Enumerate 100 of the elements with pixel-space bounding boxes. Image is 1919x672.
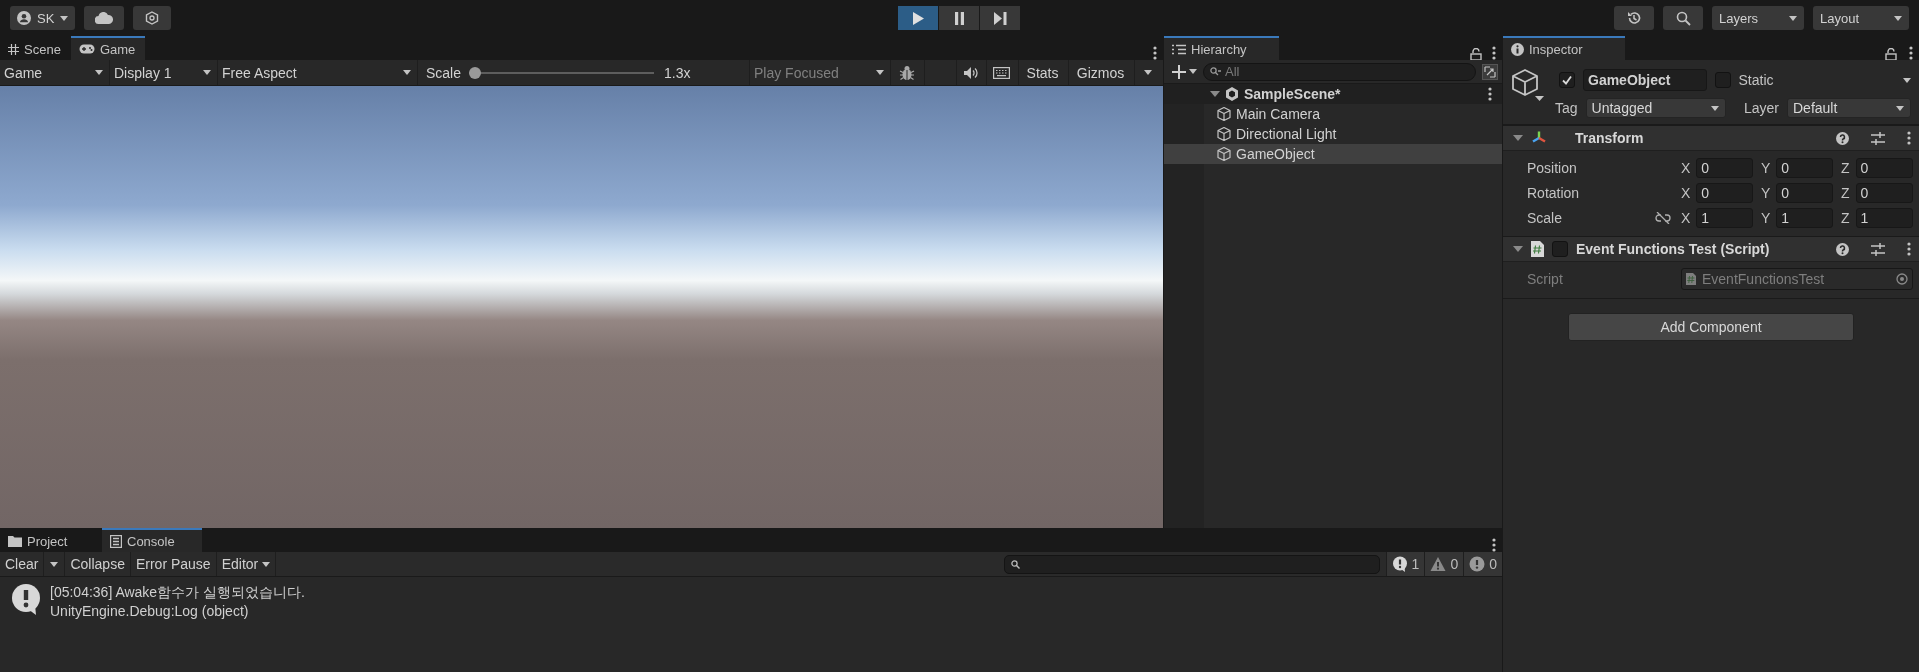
scene-visibility-icon[interactable] xyxy=(1482,63,1498,80)
hierarchy-item[interactable]: GameObject xyxy=(1164,144,1502,164)
search-field[interactable]: All xyxy=(1203,62,1476,81)
gameobject-cube-icon[interactable] xyxy=(1511,68,1545,102)
warning-count-toggle[interactable]: 0 xyxy=(1424,552,1464,576)
panel-tab[interactable]: Scene xyxy=(0,36,71,60)
toggle-button[interactable]: Collapse xyxy=(65,552,131,576)
view-mode-dropdown[interactable]: Game xyxy=(0,60,110,85)
more-icon[interactable] xyxy=(1153,46,1157,60)
history-icon xyxy=(1626,10,1642,26)
stats-button[interactable]: Stats xyxy=(1019,60,1069,85)
more-icon[interactable] xyxy=(1492,46,1496,60)
layout-dropdown[interactable]: Layout xyxy=(1813,6,1909,30)
axis-label: Z xyxy=(1841,209,1850,226)
expanded-triangle-icon[interactable] xyxy=(1513,133,1523,143)
number-field[interactable]: 1 xyxy=(1855,207,1913,228)
history-button[interactable] xyxy=(1614,6,1654,30)
keyboard-icon[interactable] xyxy=(993,66,1010,79)
number-field[interactable]: 1 xyxy=(1696,207,1753,228)
panel-tab[interactable]: Game xyxy=(70,36,146,60)
panel-tab[interactable]: Console xyxy=(102,528,202,552)
lock-icon[interactable] xyxy=(1885,48,1897,60)
active-checkbox[interactable] xyxy=(1559,72,1575,88)
error-icon xyxy=(1469,556,1486,572)
presets-icon[interactable] xyxy=(1871,242,1885,256)
console-search-field[interactable] xyxy=(1003,554,1380,574)
speaker-icon[interactable] xyxy=(963,66,978,79)
tag-label: Tag xyxy=(1555,100,1578,116)
console-log-entry[interactable]: [05:04:36] Awake함수가 실행되었습니다. UnityEngine.Debug:Log (object) xyxy=(0,577,1502,627)
add-component-button[interactable]: Add Component xyxy=(1568,313,1854,341)
enabled-checkbox[interactable] xyxy=(1552,241,1568,257)
log-count-toggle[interactable]: 1 xyxy=(1385,552,1425,576)
more-icon[interactable] xyxy=(1488,87,1492,101)
axis-label: Y xyxy=(1761,159,1771,176)
caret-icon xyxy=(60,15,69,21)
search-button[interactable] xyxy=(1663,6,1703,30)
axis-label: X xyxy=(1681,159,1691,176)
number-field[interactable]: 0 xyxy=(1855,182,1913,203)
more-icon[interactable] xyxy=(1907,131,1911,145)
editor-dropdown[interactable]: Editor xyxy=(216,552,277,576)
inspector-tab[interactable]: Inspector xyxy=(1503,36,1625,60)
number-field[interactable]: 0 xyxy=(1776,157,1833,178)
help-icon[interactable] xyxy=(1836,131,1849,145)
warning-icon xyxy=(1430,556,1447,572)
axis-label: Z xyxy=(1841,159,1850,176)
caret-icon xyxy=(1789,15,1797,21)
step-button[interactable] xyxy=(980,6,1020,30)
more-icon[interactable] xyxy=(1909,46,1913,60)
grid-icon xyxy=(8,43,19,55)
number-field[interactable]: 0 xyxy=(1855,157,1913,178)
layers-dropdown[interactable]: Layers xyxy=(1712,6,1804,30)
lock-icon[interactable] xyxy=(1470,48,1482,60)
panel-tab[interactable]: Project xyxy=(0,528,100,552)
number-field[interactable]: 0 xyxy=(1696,182,1753,203)
unlinked-chain-icon[interactable] xyxy=(1655,211,1671,224)
caret-icon xyxy=(95,70,103,75)
aspect-dropdown[interactable]: Free Aspect xyxy=(218,60,418,85)
cloud-button[interactable] xyxy=(84,6,125,30)
object-picker-icon[interactable] xyxy=(1896,273,1908,285)
number-field[interactable]: 0 xyxy=(1696,157,1753,178)
help-icon[interactable] xyxy=(1836,242,1849,256)
script-object-field: EventFunctionsTest xyxy=(1681,268,1913,290)
more-icon[interactable] xyxy=(1492,538,1496,552)
presets-icon[interactable] xyxy=(1871,131,1885,145)
search-icon xyxy=(1010,559,1020,569)
bug-icon[interactable] xyxy=(898,64,915,81)
cloud-icon xyxy=(95,12,114,24)
number-field[interactable]: 1 xyxy=(1776,207,1833,228)
hierarchy-item[interactable]: Directional Light xyxy=(1164,124,1502,144)
number-field[interactable]: 0 xyxy=(1776,182,1833,203)
expanded-triangle-icon[interactable] xyxy=(1513,244,1523,254)
caret-icon xyxy=(1710,105,1719,111)
scale-slider[interactable] xyxy=(469,66,655,79)
caret-icon[interactable] xyxy=(50,561,59,567)
hierarchy-tab[interactable]: Hierarchy xyxy=(1164,36,1279,60)
toggle-button[interactable]: Error Pause xyxy=(130,552,217,576)
static-label: Static xyxy=(1738,72,1774,88)
scale-label: Scale xyxy=(426,64,462,81)
caret-icon xyxy=(1903,77,1911,83)
axis-label: Z xyxy=(1841,184,1850,201)
create-button[interactable] xyxy=(1172,64,1197,79)
cube-icon xyxy=(1216,126,1232,142)
property-label: Scale xyxy=(1527,209,1564,226)
tag-dropdown[interactable]: Untagged xyxy=(1585,98,1726,118)
expanded-triangle-icon[interactable] xyxy=(1210,89,1220,99)
play-button[interactable] xyxy=(898,6,938,30)
layer-dropdown[interactable]: Default xyxy=(1787,98,1911,118)
caret-icon xyxy=(1894,15,1902,21)
pause-button[interactable] xyxy=(939,6,979,30)
gizmos-button[interactable]: Gizmos xyxy=(1069,60,1135,85)
account-dropdown[interactable]: SK xyxy=(10,6,76,30)
name-field[interactable]: GameObject xyxy=(1583,69,1707,91)
services-button[interactable] xyxy=(133,6,172,30)
property-label: Rotation xyxy=(1527,184,1581,201)
play-mode-dropdown[interactable]: Play Focused xyxy=(750,60,891,85)
more-icon[interactable] xyxy=(1907,242,1911,256)
hierarchy-item[interactable]: Main Camera xyxy=(1164,104,1502,124)
clear-button[interactable]: Clear xyxy=(0,552,45,576)
error-count-toggle[interactable]: 0 xyxy=(1463,552,1502,576)
display-dropdown[interactable]: Display 1 xyxy=(110,60,218,85)
